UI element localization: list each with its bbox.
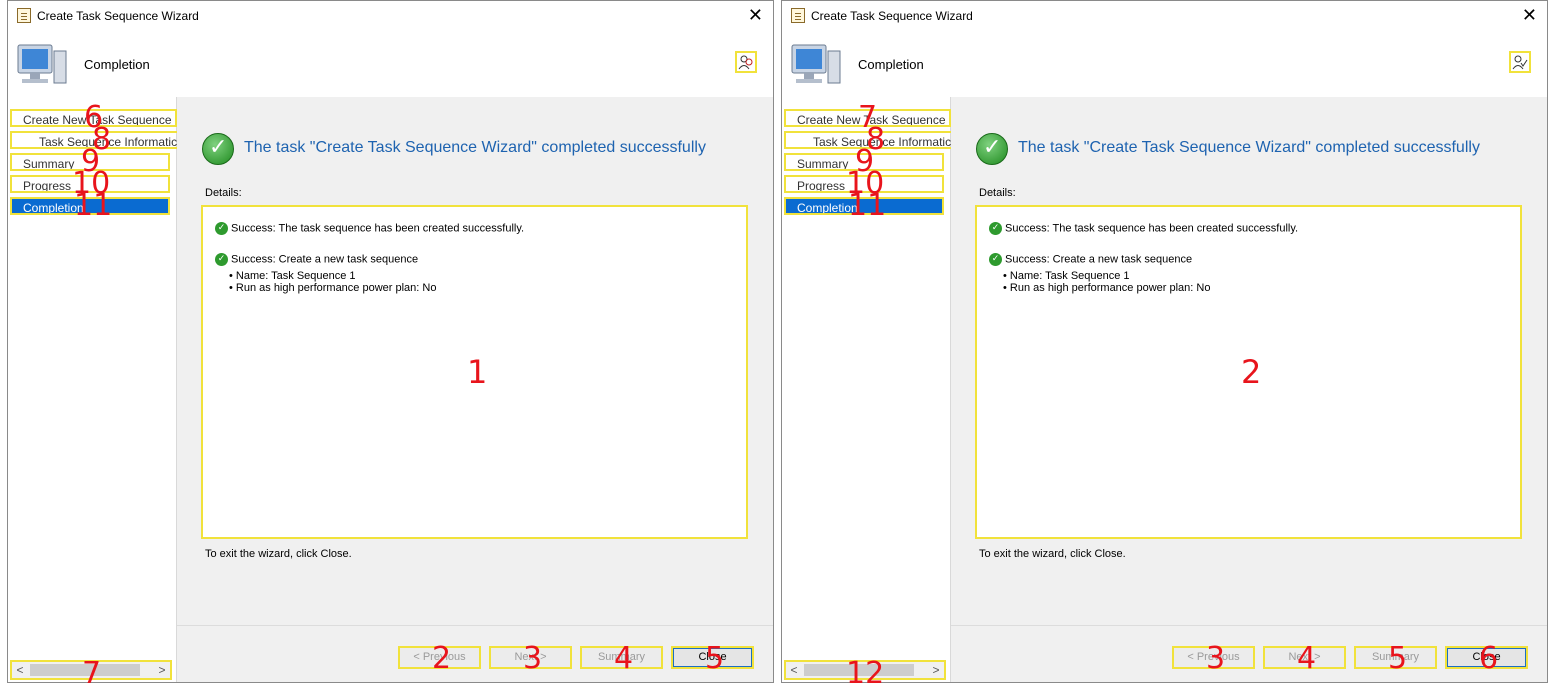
details-box[interactable]: ✓ Success: The task sequence has been cre… [201,205,748,539]
close-icon[interactable]: ✕ [748,5,763,25]
nav-label: Summary [797,157,849,171]
nav-create-new-task-sequence[interactable]: Create New Task Sequence [784,109,951,127]
nav-label: Progress [797,179,846,193]
nav-task-sequence-information[interactable]: Task Sequence Informatic [10,131,194,149]
exit-instructions: To exit the wizard, click Close. [979,548,1126,560]
wizard-window-right: Create Task Sequence Wizard ✕ Completion… [781,0,1548,689]
close-button[interactable]: Close [1445,646,1528,669]
next-button[interactable]: Next > [1263,646,1346,669]
nav-task-sequence-information[interactable]: Task Sequence Informatic [784,131,968,149]
wizard-app-icon [791,8,805,23]
details-box[interactable]: ✓ Success: The task sequence has been cre… [975,205,1522,539]
wizard-content: The task "Create Task Sequence Wizard" c… [177,97,773,682]
wizard-footer: < Previous 3 Next > 4 Summary 5 Close 6 [951,625,1547,682]
scroll-right-icon[interactable]: > [928,662,944,678]
details-label: Details: [979,187,1016,199]
scroll-thumb[interactable] [30,664,140,676]
success-title: The task "Create Task Sequence Wizard" c… [1018,139,1480,156]
nav-label: Summary [23,157,75,171]
nav-summary[interactable]: Summary [10,153,170,171]
help-people-icon[interactable] [1509,51,1531,73]
details-line: ✓ Success: The task sequence has been cre… [215,222,524,235]
summary-button[interactable]: Summary [580,646,663,669]
title-bar: Create Task Sequence Wizard ✕ [782,1,1547,31]
wizard-step-nav: Create New Task Sequence 7 Task Sequence… [782,97,968,689]
nav-progress[interactable]: Progress [10,175,170,193]
details-bullet: • Run as high performance power plan: No [1003,282,1211,294]
exit-instructions: To exit the wizard, click Close. [205,548,352,560]
wizard-footer: < Previous 2 Next > 3 Summary 4 Close 5 [177,625,773,682]
scroll-left-icon[interactable]: < [12,662,28,678]
wizard-app-icon [17,8,31,23]
marker-label: 1 [467,353,488,391]
summary-button[interactable]: Summary [1354,646,1437,669]
computer-icon [17,44,67,84]
details-bullet: • Name: Task Sequence 1 [229,270,356,282]
success-check-icon: ✓ [989,253,1002,266]
success-check-icon: ✓ [215,253,228,266]
success-check-icon [202,133,234,165]
title-bar: Create Task Sequence Wizard ✕ [8,1,773,31]
success-check-icon: ✓ [215,222,228,235]
close-icon[interactable]: ✕ [1522,5,1537,25]
nav-completion[interactable]: Completion [10,197,170,215]
nav-label: Completion [797,201,858,215]
nav-horizontal-scrollbar[interactable]: < > [10,660,172,680]
details-line: ✓ Success: The task sequence has been cre… [989,222,1298,235]
wizard-step-nav: Create New Task Sequence 6 Task Sequence… [8,97,194,689]
nav-completion[interactable]: Completion [784,197,944,215]
wizard-window-left: Create Task Sequence Wizard ✕ Completion… [7,0,774,689]
marker-label: 2 [1241,353,1262,391]
next-button[interactable]: Next > [489,646,572,669]
window-title: Create Task Sequence Wizard [37,9,199,23]
help-people-icon[interactable] [735,51,757,73]
nav-summary[interactable]: Summary [784,153,944,171]
success-check-icon: ✓ [989,222,1002,235]
previous-button[interactable]: < Previous [398,646,481,669]
details-bullet: • Name: Task Sequence 1 [1003,270,1130,282]
computer-icon [791,44,841,84]
wizard-header: Completion [8,31,773,97]
nav-label: Task Sequence Informatic [39,135,178,149]
nav-label: Task Sequence Informatic [813,135,952,149]
nav-horizontal-scrollbar[interactable]: < > [784,660,946,680]
window-title: Create Task Sequence Wizard [811,9,973,23]
nav-label: Completion [23,201,84,215]
details-bullet: • Run as high performance power plan: No [229,282,437,294]
page-heading: Completion [858,57,924,72]
scroll-right-icon[interactable]: > [154,662,170,678]
success-check-icon [976,133,1008,165]
wizard-content: The task "Create Task Sequence Wizard" c… [951,97,1547,682]
nav-label: Create New Task Sequence [797,113,946,127]
nav-progress[interactable]: Progress [784,175,944,193]
previous-button[interactable]: < Previous [1172,646,1255,669]
success-title: The task "Create Task Sequence Wizard" c… [244,139,706,156]
nav-label: Progress [23,179,72,193]
scroll-thumb[interactable] [804,664,914,676]
nav-label: Create New Task Sequence [23,113,172,127]
wizard-header: Completion [782,31,1547,97]
details-line: ✓ Success: Create a new task sequence [215,253,418,266]
scroll-left-icon[interactable]: < [786,662,802,678]
details-line: ✓ Success: Create a new task sequence [989,253,1192,266]
close-button[interactable]: Close [671,646,754,669]
page-heading: Completion [84,57,150,72]
nav-create-new-task-sequence[interactable]: Create New Task Sequence [10,109,177,127]
details-label: Details: [205,187,242,199]
